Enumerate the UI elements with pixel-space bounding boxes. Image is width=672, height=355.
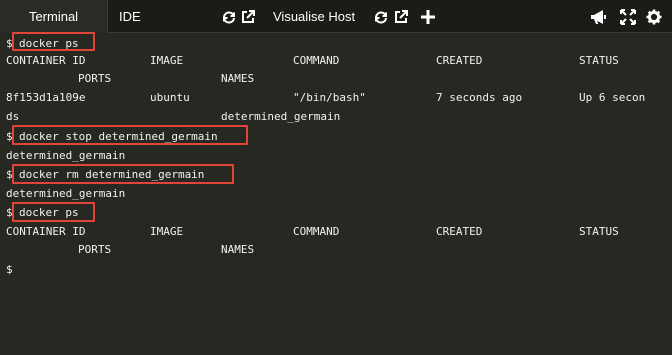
prompt: $ bbox=[6, 263, 13, 276]
highlight-box bbox=[12, 202, 95, 222]
header-created: CREATED bbox=[436, 54, 483, 67]
table-row: 8f153d1a109e ubuntu "/bin/bash" 7 second… bbox=[6, 88, 666, 107]
highlight-box bbox=[12, 32, 95, 51]
command-output: determined_germain bbox=[6, 184, 125, 203]
table-header: CONTAINER ID IMAGE COMMAND CREATED STATU… bbox=[6, 51, 666, 70]
tab-visualise-host[interactable]: Visualise Host bbox=[273, 0, 355, 33]
refresh-icon[interactable] bbox=[373, 9, 389, 25]
header-image: IMAGE bbox=[150, 54, 184, 67]
terminal-output[interactable]: $ docker ps CONTAINER ID IMAGE COMMAND C… bbox=[0, 32, 672, 286]
gear-icon[interactable] bbox=[646, 9, 662, 25]
tab-ide[interactable]: IDE bbox=[119, 0, 141, 33]
container-command: "/bin/bash" bbox=[293, 91, 366, 104]
table-header: CONTAINER ID IMAGE COMMAND CREATED STATU… bbox=[6, 222, 666, 241]
external-link-icon[interactable] bbox=[393, 9, 409, 25]
tab-bar: Terminal IDE Visualise Host bbox=[0, 0, 672, 33]
output-text: determined_germain bbox=[6, 149, 126, 162]
header-status: STATUS bbox=[579, 225, 619, 238]
header-command: COMMAND bbox=[293, 225, 340, 238]
table-header: PORTS NAMES bbox=[6, 69, 666, 88]
header-status: STATUS bbox=[579, 54, 619, 67]
plus-icon[interactable] bbox=[420, 9, 436, 25]
container-status: Up 6 secon bbox=[579, 91, 646, 104]
header-ports: PORTS bbox=[78, 243, 112, 256]
header-names: NAMES bbox=[221, 72, 255, 85]
output-text: determined_germain bbox=[6, 187, 126, 200]
command-output: determined_germain bbox=[6, 146, 125, 165]
header-command: COMMAND bbox=[293, 54, 340, 67]
highlight-box bbox=[12, 164, 234, 184]
container-created: 7 seconds ago bbox=[436, 91, 523, 104]
container-name: determined_germain bbox=[221, 110, 341, 123]
header-image: IMAGE bbox=[150, 225, 184, 238]
tab-terminal[interactable]: Terminal bbox=[0, 0, 108, 33]
megaphone-icon[interactable] bbox=[589, 8, 607, 26]
container-id: 8f153d1a109e bbox=[6, 91, 86, 104]
command-line[interactable]: $ bbox=[6, 260, 33, 279]
header-container-id: CONTAINER ID bbox=[6, 54, 86, 67]
header-names: NAMES bbox=[221, 243, 255, 256]
header-ports: PORTS bbox=[78, 72, 112, 85]
external-link-icon[interactable] bbox=[240, 9, 256, 25]
table-row: ds determined_germain bbox=[6, 107, 666, 126]
expand-icon[interactable] bbox=[620, 9, 636, 25]
highlight-box bbox=[12, 125, 248, 145]
container-image: ubuntu bbox=[150, 91, 190, 104]
container-status-wrap: ds bbox=[6, 110, 20, 123]
refresh-icon[interactable] bbox=[221, 9, 237, 25]
header-container-id: CONTAINER ID bbox=[6, 225, 86, 238]
table-header: PORTS NAMES bbox=[6, 240, 666, 259]
header-created: CREATED bbox=[436, 225, 483, 238]
